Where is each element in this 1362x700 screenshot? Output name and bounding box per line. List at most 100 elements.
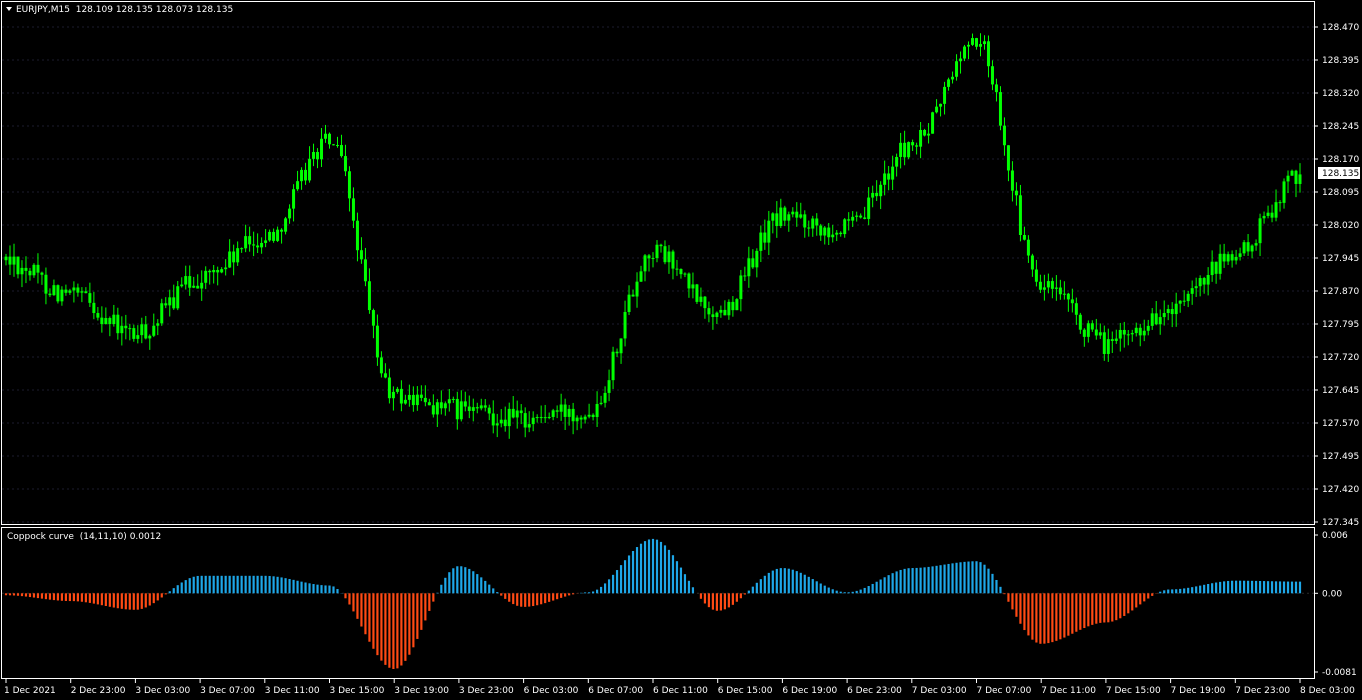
candle-body (763, 232, 767, 243)
candle-body (1114, 338, 1118, 341)
candle-body (651, 258, 655, 260)
candle-body (383, 373, 387, 378)
candle-body (571, 408, 575, 422)
candle-body (1090, 323, 1094, 330)
candle-body (1010, 170, 1014, 191)
candle-body (96, 313, 100, 318)
time-tick-label: 6 Dec 19:00 (782, 686, 837, 696)
candle-body (998, 92, 1002, 126)
candle-body (635, 281, 639, 297)
candle-body (627, 294, 631, 312)
candle-body (939, 103, 943, 107)
candle-body (819, 225, 823, 236)
price-tick-label: 128.395 (1322, 56, 1359, 66)
candle-body (895, 156, 899, 167)
candle-body (611, 351, 615, 381)
candle-body (467, 406, 471, 411)
time-tick-label: 6 Dec 07:00 (588, 686, 643, 696)
candle-body (16, 256, 20, 275)
time-tick-label: 6 Dec 03:00 (524, 686, 579, 696)
candle-body (144, 324, 148, 339)
candle-body (1074, 303, 1078, 315)
symbol-header[interactable]: EURJPY,M15 128.109 128.135 128.073 128.1… (6, 5, 233, 15)
candle-body (347, 171, 351, 199)
candle-body (875, 192, 879, 197)
candle-body (1046, 281, 1050, 288)
candle-body (411, 394, 415, 406)
candle-body (56, 285, 60, 302)
candle-body (320, 138, 324, 160)
candle-body (1034, 269, 1038, 282)
ohlc-values: 128.109 128.135 128.073 128.135 (75, 5, 234, 15)
price-tick-label: 128.020 (1322, 221, 1359, 231)
candle-body (927, 133, 931, 136)
candle-body (64, 289, 68, 293)
candle-body (1054, 287, 1058, 289)
candle-body (1030, 255, 1034, 270)
candle-body (715, 312, 719, 318)
candle-body (719, 309, 723, 313)
indicator-tick-label: -0.0081 (1322, 668, 1357, 678)
time-tick-label: 2 Dec 23:00 (71, 686, 126, 696)
candle-body (1286, 175, 1290, 182)
candle-body (663, 246, 667, 263)
candle-body (407, 394, 411, 400)
candle-body (1182, 300, 1186, 302)
candle-body (316, 151, 320, 160)
candle-body (947, 79, 951, 87)
price-tick-label: 128.170 (1322, 155, 1359, 165)
candle-body (591, 414, 595, 418)
candle-body (503, 419, 507, 427)
candle-body (687, 273, 691, 289)
candle-body (587, 414, 591, 417)
candle-body (978, 44, 982, 47)
candle-body (84, 291, 88, 294)
candle-body (811, 218, 815, 229)
candle-body (671, 251, 675, 269)
price-tick-label: 127.420 (1322, 485, 1359, 495)
candle-body (499, 419, 503, 424)
candle-body (240, 248, 244, 250)
candle-body (28, 270, 32, 276)
candle-body (200, 282, 204, 289)
candle-body (731, 301, 735, 311)
candle-body (244, 236, 248, 249)
candle-body (1130, 333, 1134, 335)
candle-body (1198, 278, 1202, 287)
candle-body (491, 413, 495, 426)
candle-body (986, 41, 990, 67)
candle-body (803, 214, 807, 228)
candle-body (911, 142, 915, 146)
candle-body (871, 192, 875, 198)
candle-body (1126, 334, 1130, 336)
indicator-header[interactable]: Coppock curve (14,11,10) 0.0012 (7, 532, 161, 542)
candle-body (1274, 202, 1278, 218)
candle-body (767, 220, 771, 243)
candle-body (783, 207, 787, 221)
candle-body (799, 214, 803, 218)
candle-body (955, 61, 959, 77)
candle-body (775, 213, 779, 227)
candle-body (1218, 253, 1222, 274)
candle-body (994, 84, 998, 93)
candle-body (631, 294, 635, 297)
candle-body (599, 402, 603, 404)
candle-body (1250, 245, 1254, 252)
candle-body (982, 41, 986, 45)
candle-body (216, 270, 220, 273)
candle-body (1266, 212, 1270, 216)
candle-body (735, 299, 739, 311)
price-tick-label: 128.245 (1322, 122, 1359, 132)
candle-body (4, 256, 8, 261)
candle-body (100, 317, 104, 325)
candle-body (539, 417, 543, 419)
candle-body (423, 397, 427, 403)
time-tick-label: 7 Dec 03:00 (912, 686, 967, 696)
price-pane-frame (1, 1, 1315, 525)
time-tick-label: 7 Dec 23:00 (1235, 686, 1290, 696)
candle-body (1066, 293, 1070, 300)
candle-body (1246, 242, 1250, 252)
candle-body (112, 314, 116, 325)
dropdown-arrow-icon[interactable] (6, 7, 12, 11)
candle-body (1002, 125, 1006, 146)
